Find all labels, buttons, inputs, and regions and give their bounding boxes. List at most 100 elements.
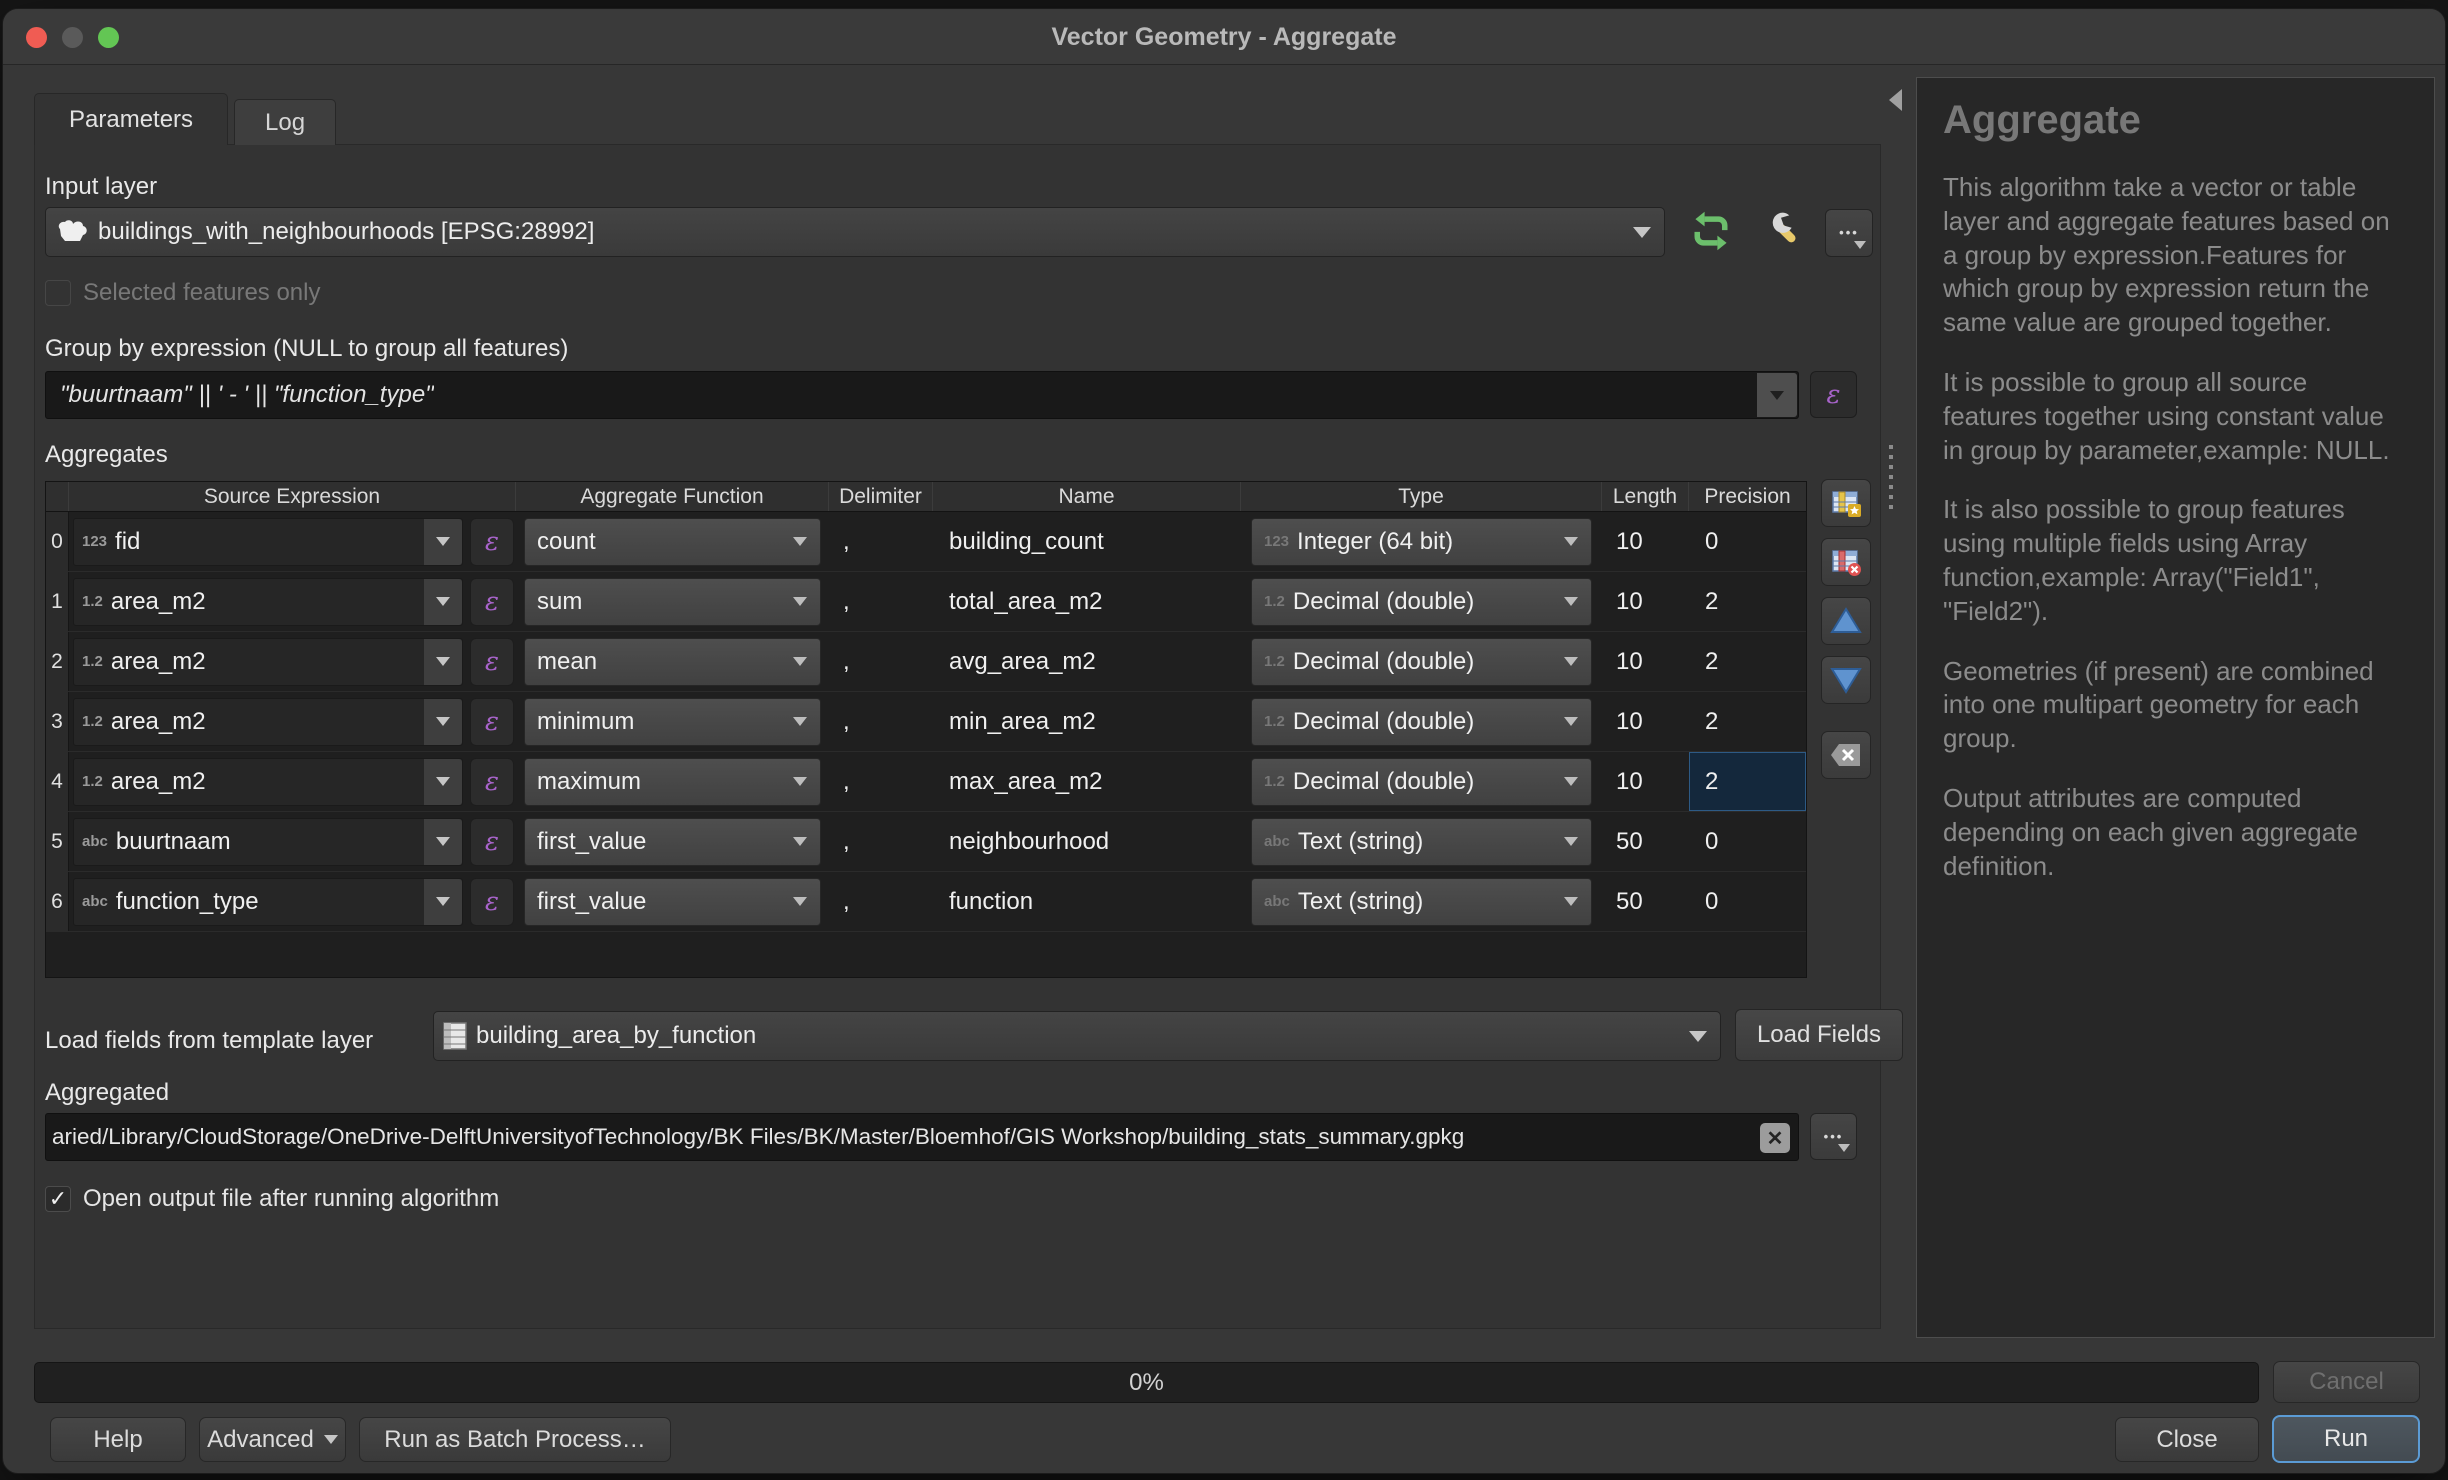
iterate-over-layer-button[interactable]: [1687, 207, 1735, 255]
precision-cell[interactable]: 0: [1689, 872, 1806, 931]
expression-builder-button[interactable]: ε: [470, 818, 514, 866]
delimiter-cell[interactable]: ,: [829, 872, 933, 931]
run-as-batch-button[interactable]: Run as Batch Process…: [359, 1417, 671, 1462]
chevron-down-icon[interactable]: [424, 639, 462, 685]
titlebar[interactable]: Vector Geometry - Aggregate: [3, 9, 2445, 65]
chevron-down-icon[interactable]: [1555, 639, 1587, 685]
chevron-down-icon[interactable]: [424, 879, 462, 925]
chevron-down-icon[interactable]: [784, 819, 816, 865]
length-cell[interactable]: 10: [1602, 572, 1689, 631]
name-cell[interactable]: neighbourhood: [933, 812, 1241, 871]
move-down-button[interactable]: [1821, 656, 1871, 704]
checkbox-checked[interactable]: ✓: [45, 1186, 71, 1212]
advanced-button[interactable]: Advanced: [199, 1417, 346, 1462]
aggregate-function-combo[interactable]: sum: [524, 578, 821, 626]
precision-cell-selected[interactable]: 2: [1689, 752, 1806, 811]
chevron-down-icon[interactable]: [424, 519, 462, 565]
aggregate-function-combo[interactable]: count: [524, 518, 821, 566]
name-cell[interactable]: avg_area_m2: [933, 632, 1241, 691]
run-button[interactable]: Run: [2272, 1415, 2420, 1463]
expression-builder-button[interactable]: ε: [470, 518, 514, 566]
source-expression-combo[interactable]: 1.2 area_m2: [73, 578, 463, 626]
chevron-down-icon[interactable]: [424, 699, 462, 745]
length-cell[interactable]: 10: [1602, 692, 1689, 751]
collapse-help-panel-arrow[interactable]: [1889, 89, 1902, 111]
expression-builder-button[interactable]: ε: [470, 698, 514, 746]
close-button[interactable]: Close: [2115, 1417, 2259, 1462]
open-output-checkbox[interactable]: ✓ Open output file after running algorit…: [45, 1185, 499, 1213]
type-combo[interactable]: 1.2 Decimal (double): [1251, 698, 1592, 746]
chevron-down-icon[interactable]: [1555, 699, 1587, 745]
type-combo[interactable]: abc Text (string): [1251, 818, 1592, 866]
source-expression-combo[interactable]: 1.2 area_m2: [73, 758, 463, 806]
chevron-down-icon[interactable]: [784, 519, 816, 565]
tab-parameters[interactable]: Parameters: [34, 93, 228, 145]
chevron-down-icon[interactable]: [424, 579, 462, 625]
clear-selection-button[interactable]: [1821, 731, 1871, 779]
group-by-expression-builder-button[interactable]: ε: [1810, 371, 1857, 418]
load-fields-button[interactable]: Load Fields: [1735, 1009, 1903, 1061]
delimiter-cell[interactable]: ,: [829, 572, 933, 631]
chevron-down-icon[interactable]: [784, 639, 816, 685]
chevron-down-icon[interactable]: [424, 759, 462, 805]
chevron-down-icon[interactable]: [1620, 208, 1664, 256]
input-layer-combo[interactable]: buildings_with_neighbourhoods [EPSG:2899…: [45, 207, 1665, 257]
delimiter-cell[interactable]: ,: [829, 752, 933, 811]
precision-cell[interactable]: 0: [1689, 812, 1806, 871]
aggregate-function-combo[interactable]: first_value: [524, 878, 821, 926]
chevron-down-icon[interactable]: [1555, 519, 1587, 565]
chevron-down-icon[interactable]: [424, 819, 462, 865]
name-cell[interactable]: function: [933, 872, 1241, 931]
delimiter-cell[interactable]: ,: [829, 812, 933, 871]
name-cell[interactable]: min_area_m2: [933, 692, 1241, 751]
group-by-expression-input[interactable]: "buurtnaam" || ' - ' || "function_type": [45, 371, 1799, 419]
source-expression-combo[interactable]: abc buurtnaam: [73, 818, 463, 866]
expression-builder-button[interactable]: ε: [470, 758, 514, 806]
source-expression-combo[interactable]: abc function_type: [73, 878, 463, 926]
aggregate-function-combo[interactable]: maximum: [524, 758, 821, 806]
type-combo[interactable]: 123 Integer (64 bit): [1251, 518, 1592, 566]
delimiter-cell[interactable]: ,: [829, 692, 933, 751]
precision-cell[interactable]: 2: [1689, 572, 1806, 631]
panel-splitter-handle[interactable]: [1887, 445, 1895, 511]
type-combo[interactable]: abc Text (string): [1251, 878, 1592, 926]
source-expression-combo[interactable]: 1.2 area_m2: [73, 638, 463, 686]
length-cell[interactable]: 10: [1602, 512, 1689, 571]
delimiter-cell[interactable]: ,: [829, 632, 933, 691]
move-up-button[interactable]: [1821, 597, 1871, 645]
precision-cell[interactable]: 2: [1689, 692, 1806, 751]
type-combo[interactable]: 1.2 Decimal (double): [1251, 578, 1592, 626]
add-aggregate-button[interactable]: [1821, 479, 1871, 527]
expression-builder-button[interactable]: ε: [470, 878, 514, 926]
chevron-down-icon[interactable]: [1676, 1012, 1720, 1060]
delimiter-cell[interactable]: ,: [829, 512, 933, 571]
name-cell[interactable]: building_count: [933, 512, 1241, 571]
name-cell[interactable]: max_area_m2: [933, 752, 1241, 811]
aggregate-function-combo[interactable]: first_value: [524, 818, 821, 866]
chevron-down-icon[interactable]: [1555, 579, 1587, 625]
expression-builder-button[interactable]: ε: [470, 638, 514, 686]
clear-path-button[interactable]: ✕: [1760, 1123, 1790, 1153]
aggregate-function-combo[interactable]: mean: [524, 638, 821, 686]
source-expression-combo[interactable]: 123 fid: [73, 518, 463, 566]
type-combo[interactable]: 1.2 Decimal (double): [1251, 638, 1592, 686]
output-path-input[interactable]: aried/Library/CloudStorage/OneDrive-Delf…: [45, 1113, 1799, 1161]
length-cell[interactable]: 10: [1602, 632, 1689, 691]
chevron-down-icon[interactable]: [784, 579, 816, 625]
input-layer-more-button[interactable]: •••: [1825, 209, 1873, 257]
precision-cell[interactable]: 2: [1689, 632, 1806, 691]
aggregate-function-combo[interactable]: minimum: [524, 698, 821, 746]
help-button[interactable]: Help: [50, 1417, 186, 1462]
chevron-down-icon[interactable]: [1757, 373, 1797, 417]
template-layer-combo[interactable]: building_area_by_function: [433, 1011, 1721, 1061]
chevron-down-icon[interactable]: [1555, 759, 1587, 805]
length-cell[interactable]: 10: [1602, 752, 1689, 811]
chevron-down-icon[interactable]: [784, 879, 816, 925]
length-cell[interactable]: 50: [1602, 812, 1689, 871]
chevron-down-icon[interactable]: [784, 759, 816, 805]
chevron-down-icon[interactable]: [1555, 819, 1587, 865]
remove-aggregate-button[interactable]: [1821, 538, 1871, 586]
output-browse-button[interactable]: •••: [1810, 1113, 1857, 1160]
tab-log[interactable]: Log: [234, 99, 336, 145]
chevron-down-icon[interactable]: [1555, 879, 1587, 925]
